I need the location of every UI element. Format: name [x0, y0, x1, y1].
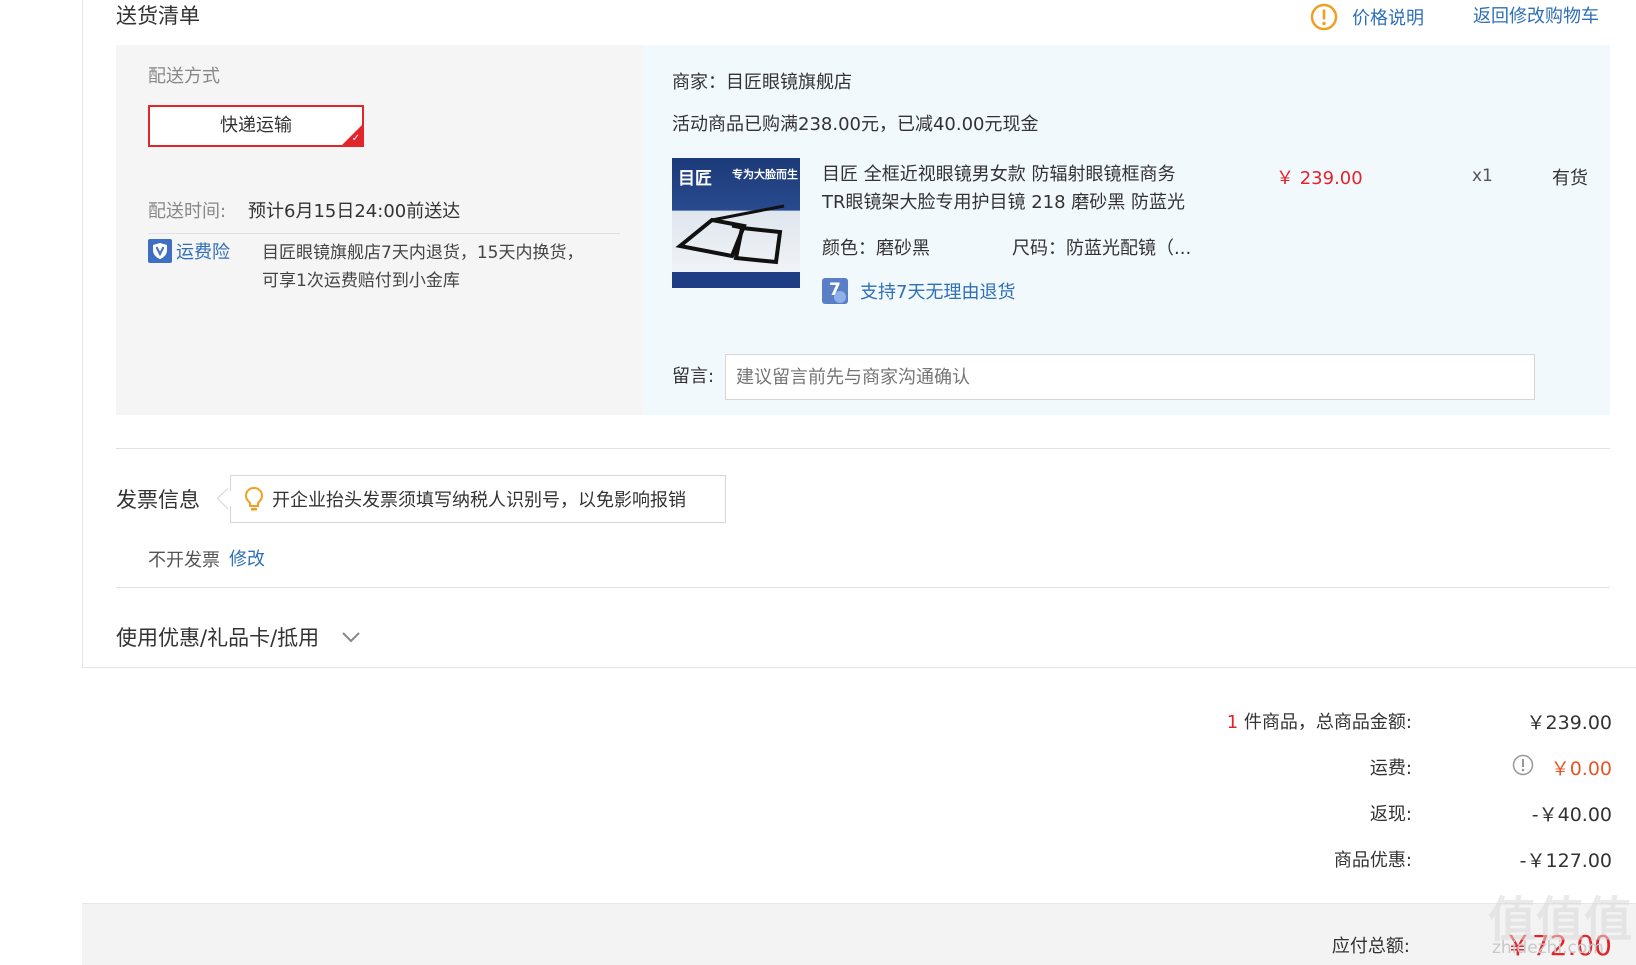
watermark-domain: zhidezhi.com [1492, 938, 1604, 958]
summary-item-count: 1 [1226, 712, 1239, 733]
product-price: ￥ 239.00 [1276, 168, 1363, 189]
checkmark-icon: ✓ [351, 133, 360, 144]
note-label: 留言: [672, 366, 715, 387]
shipping-divider [148, 233, 620, 234]
promotion-text: 活动商品已购满238.00元，已减40.00元现金 [672, 114, 1039, 135]
summary-items-label: 1 件商品，总商品金额: [1032, 708, 1412, 734]
thumbnail-brand: 目匠 [678, 169, 712, 189]
summary-discount-value: -￥127.00 [1519, 850, 1612, 872]
product-title-line2[interactable]: TR眼镜架大脸专用护目镜 218 磨砂黑 防蓝光 [822, 188, 1222, 214]
shipping-insurance-label[interactable]: 运费险 [176, 238, 230, 264]
product-thumbnail[interactable]: 目匠 专为大脸而生 [672, 158, 800, 288]
seven-day-return-icon: 7 [822, 278, 848, 304]
merchant-name: 商家：目匠眼镜旗舰店 [672, 72, 852, 93]
chevron-down-icon[interactable] [340, 626, 362, 648]
product-title-line1[interactable]: 目匠 全框近视眼镜男女款 防辐射眼镜框商务 [822, 160, 1222, 186]
product-size: 尺码：防蓝光配镜（... [1012, 238, 1192, 259]
lightbulb-icon [244, 486, 264, 514]
summary-shipping-value: ￥0.00 [1550, 758, 1612, 780]
delivery-list-title: 送货清单 [116, 4, 200, 28]
shipping-insurance-text-1: 目匠眼镜旗舰店7天内退货，15天内换货， [262, 243, 584, 263]
section-divider-coupon [116, 587, 1610, 588]
product-stock-status: 有货 [1552, 168, 1588, 189]
invoice-title: 发票信息 [116, 488, 200, 512]
section-divider-invoice [116, 448, 1610, 449]
content-bottom-border [83, 667, 1636, 668]
summary-items-text: 件商品，总商品金额: [1243, 712, 1412, 733]
shipping-panel [116, 45, 642, 415]
invoice-tip-text: 开企业抬头发票须填写纳税人识别号，以免影响报销 [272, 490, 686, 511]
price-note-icon[interactable] [1310, 3, 1338, 31]
back-to-cart-link[interactable]: 返回修改购物车 [1473, 2, 1599, 28]
delivery-time-label: 配送时间: [148, 201, 227, 222]
content-left-border [82, 0, 83, 668]
note-input[interactable] [725, 354, 1535, 400]
summary-discount-label: 商品优惠: [1333, 850, 1412, 871]
shipping-method-express-option[interactable]: 快递运输 ✓ [148, 105, 364, 147]
summary-shipping-label: 运费: [1369, 758, 1412, 779]
shipping-method-label: 配送方式 [148, 66, 220, 87]
invoice-status: 不开发票 [148, 550, 220, 571]
invoice-edit-link[interactable]: 修改 [229, 545, 265, 571]
shipping-method-value: 快递运输 [220, 115, 292, 136]
return-policy-link[interactable]: 支持7天无理由退货 [860, 278, 1015, 304]
glasses-icon [675, 204, 785, 265]
summary-cashback-label: 返现: [1369, 804, 1412, 825]
thumbnail-strip [672, 272, 800, 288]
thumbnail-banner: 专为大脸而生 [732, 168, 798, 181]
product-quantity: x1 [1472, 166, 1493, 186]
shipping-insurance-text-2: 可享1次运费赔付到小金库 [262, 271, 460, 291]
summary-items-value: ￥239.00 [1526, 712, 1612, 734]
summary-cashback-value: -￥40.00 [1531, 804, 1612, 826]
product-color: 颜色：磨砂黑 [822, 238, 930, 259]
delivery-time-value: 预计6月15日24:00前送达 [248, 201, 461, 222]
return-badge-text: 7 [829, 280, 841, 300]
price-note-link[interactable]: 价格说明 [1352, 4, 1424, 30]
shield-icon [148, 239, 172, 263]
total-label: 应付总额: [1331, 936, 1410, 957]
coupon-toggle[interactable]: 使用优惠/礼品卡/抵用 [116, 622, 319, 652]
